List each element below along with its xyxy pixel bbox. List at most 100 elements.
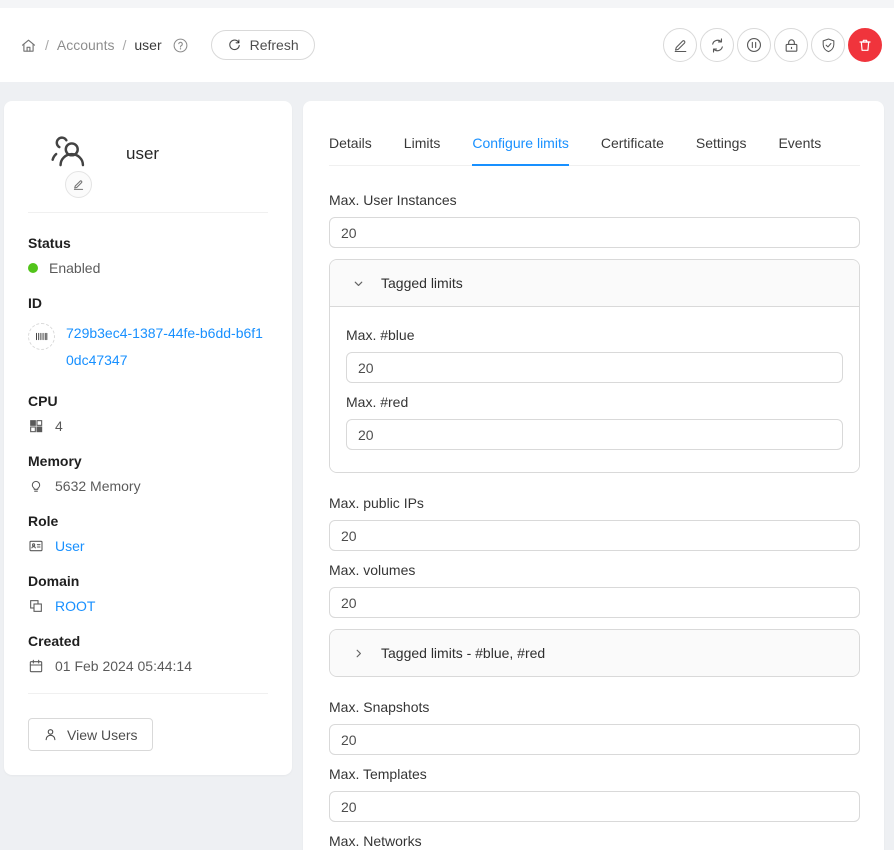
tab-details[interactable]: Details (329, 123, 372, 166)
tab-configure-limits[interactable]: Configure limits (472, 123, 568, 166)
max-user-instances-input[interactable] (329, 217, 860, 248)
max-volumes-input[interactable] (329, 587, 860, 618)
breadcrumb-current: user (134, 37, 161, 53)
tagged-limits-collapsed-header[interactable]: Tagged limits - #blue, #red (330, 630, 859, 676)
account-id-link[interactable]: 729b3ec4-1387-44fe-b6dd-b6f10dc47347 (66, 320, 266, 374)
status-label: Status (28, 235, 268, 251)
created-label: Created (28, 633, 268, 649)
max-snapshots-input[interactable] (329, 724, 860, 755)
max-public-ips-label: Max. public IPs (329, 495, 860, 511)
verify-account-button[interactable] (811, 28, 845, 62)
breadcrumb-separator: / (122, 37, 126, 53)
max-templates-field: Max. Templates (329, 766, 860, 822)
pencil-icon (72, 178, 85, 191)
tagged-limits-panel-collapsed: Tagged limits - #blue, #red (329, 629, 860, 677)
tab-events[interactable]: Events (778, 123, 821, 166)
top-strip (0, 0, 894, 8)
status-value: Enabled (49, 260, 100, 276)
edit-account-button[interactable] (663, 28, 697, 62)
bulb-icon (28, 478, 44, 494)
update-resource-button[interactable] (700, 28, 734, 62)
appstore-grid-icon (28, 418, 44, 434)
max-networks-label: Max. Networks (329, 833, 860, 849)
divider (28, 212, 268, 213)
calendar-icon (28, 658, 44, 674)
max-snapshots-label: Max. Snapshots (329, 699, 860, 715)
domain-section: Domain ROOT (28, 573, 268, 614)
account-detail-card: Details Limits Configure limits Certific… (303, 101, 884, 850)
breadcrumb-separator: / (45, 37, 49, 53)
barcode-icon (28, 323, 55, 350)
account-name: user (126, 144, 159, 164)
lock-account-button[interactable] (774, 28, 808, 62)
created-value: 01 Feb 2024 05:44:14 (55, 658, 192, 674)
lock-icon (783, 37, 800, 54)
created-section: Created 01 Feb 2024 05:44:14 (28, 633, 268, 674)
max-user-instances-label: Max. User Instances (329, 192, 860, 208)
delete-account-button[interactable] (848, 28, 882, 62)
header-actions (663, 28, 882, 62)
refresh-label: Refresh (250, 37, 299, 53)
account-info-card: user Status Enabled ID 729b3ec4-138 (4, 101, 292, 775)
max-public-ips-input[interactable] (329, 520, 860, 551)
max-templates-label: Max. Templates (329, 766, 860, 782)
max-templates-input[interactable] (329, 791, 860, 822)
app-header: / Accounts / user Refresh (0, 8, 894, 82)
max-volumes-label: Max. volumes (329, 562, 860, 578)
max-snapshots-field: Max. Snapshots (329, 699, 860, 755)
tagged-limits-expanded-header[interactable]: Tagged limits (330, 260, 859, 306)
shield-check-icon (820, 37, 837, 54)
max-public-ips-field: Max. public IPs (329, 495, 860, 551)
tagged-limits-collapsed-title: Tagged limits - #blue, #red (381, 645, 545, 661)
chevron-right-icon (352, 647, 365, 660)
home-icon[interactable] (20, 37, 37, 54)
main-content: user Status Enabled ID 729b3ec4-138 (0, 82, 894, 850)
id-label: ID (28, 295, 268, 311)
max-blue-field: Max. #blue (346, 327, 843, 383)
status-section: Status Enabled (28, 235, 268, 276)
role-label: Role (28, 513, 268, 529)
breadcrumb-accounts[interactable]: Accounts (57, 37, 115, 53)
id-section: ID 729b3ec4-1387-44fe-b6dd-b6f10dc47347 (28, 295, 268, 374)
memory-label: Memory (28, 453, 268, 469)
team-icon (49, 131, 91, 173)
tagged-limits-expanded-title: Tagged limits (381, 275, 463, 291)
trash-icon (857, 37, 873, 53)
role-link[interactable]: User (55, 538, 85, 554)
tab-limits[interactable]: Limits (404, 123, 441, 166)
breadcrumb: / Accounts / user Refresh (20, 30, 315, 60)
max-networks-field: Max. Networks (329, 833, 860, 849)
view-users-label: View Users (67, 727, 138, 743)
refresh-button[interactable]: Refresh (211, 30, 315, 60)
max-blue-input[interactable] (346, 352, 843, 383)
divider (28, 693, 268, 694)
edit-pencil-icon (672, 37, 689, 54)
pause-circle-icon (745, 36, 763, 54)
view-users-button[interactable]: View Users (28, 718, 153, 751)
account-profile: user (46, 131, 268, 198)
tab-settings[interactable]: Settings (696, 123, 747, 166)
chevron-down-icon (352, 277, 365, 290)
max-blue-label: Max. #blue (346, 327, 843, 343)
cpu-value: 4 (55, 418, 63, 434)
cpu-label: CPU (28, 393, 268, 409)
cpu-section: CPU 4 (28, 393, 268, 434)
max-volumes-field: Max. volumes (329, 562, 860, 618)
tagged-limits-panel-expanded: Tagged limits Max. #blue Max. #red (329, 259, 860, 473)
reload-icon (227, 38, 242, 53)
domain-label: Domain (28, 573, 268, 589)
sync-icon (709, 37, 726, 54)
user-icon (43, 727, 58, 742)
tab-certificate[interactable]: Certificate (601, 123, 664, 166)
role-section: Role User (28, 513, 268, 554)
configure-limits-form: Max. User Instances Tagged limits Max. #… (329, 192, 860, 849)
memory-section: Memory 5632 Memory (28, 453, 268, 494)
disable-account-button[interactable] (737, 28, 771, 62)
domain-link[interactable]: ROOT (55, 598, 95, 614)
edit-name-button[interactable] (65, 171, 92, 198)
max-red-input[interactable] (346, 419, 843, 450)
help-icon[interactable] (172, 37, 189, 54)
memory-value: 5632 Memory (55, 478, 141, 494)
id-card-icon (28, 538, 44, 554)
max-red-field: Max. #red (346, 394, 843, 450)
